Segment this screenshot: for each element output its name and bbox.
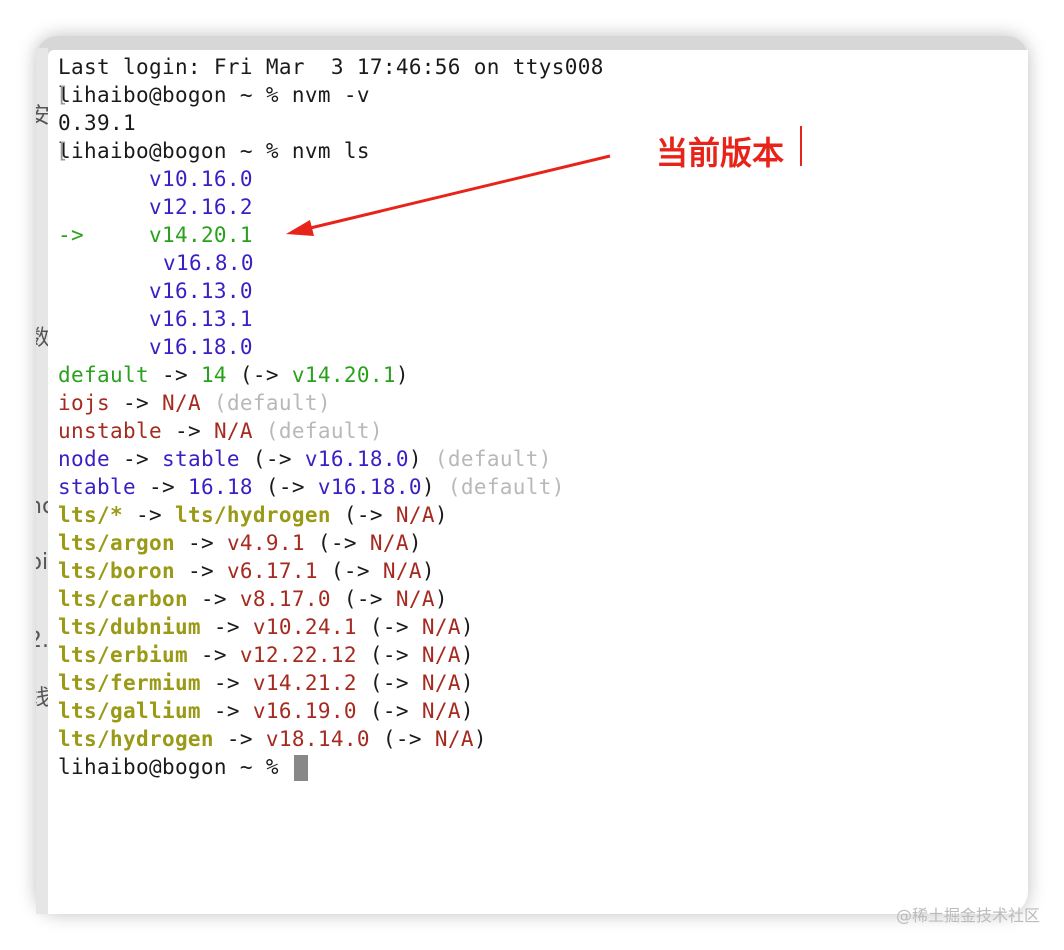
arrow-head-icon xyxy=(286,220,314,236)
annotation-label: 当前版本 xyxy=(656,134,785,172)
annotation-arrow-icon xyxy=(286,154,611,236)
watermark: @稀土掘金技术社区 xyxy=(895,906,1040,925)
arrow-shaft xyxy=(301,154,611,232)
text-caret-icon xyxy=(800,126,802,166)
